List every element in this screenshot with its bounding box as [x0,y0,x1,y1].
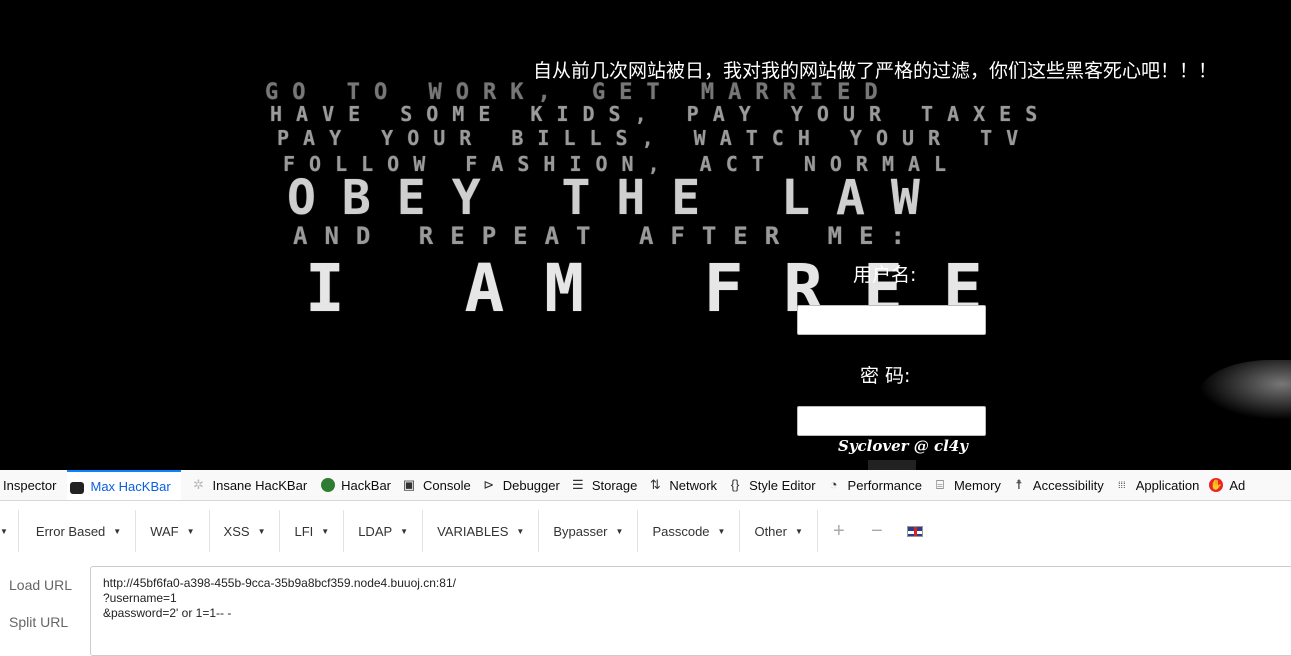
remove-button[interactable]: − [858,510,896,552]
menu-label: WAF [150,523,179,539]
uk-flag-icon [906,525,923,537]
page-headline: 自从前几次网站被日，我对我的网站做了严格的过滤，你们这些黑客死心吧！！！ [533,60,1218,82]
application-icon: ⁞⁞⁞ [1117,480,1126,490]
tab-label: HackBar [341,477,392,493]
tab-memory[interactable]: ⌸ Memory [929,470,1008,500]
menu-passcode[interactable]: Passcode ▼ [638,510,741,552]
chevron-down-icon: ▼ [615,526,624,536]
accessibility-icon: ☨ [1015,477,1023,492]
adblock-icon: ✋ [1209,478,1224,492]
console-icon: ▣ [402,477,416,492]
chevron-down-icon: ▼ [794,526,803,536]
url-panel: Load URL Split URL http://45bf6fa0-a398-… [0,552,1291,656]
menu-bypasser[interactable]: Bypasser ▼ [539,510,639,552]
chevron-down-icon: ▼ [400,526,409,536]
plus-icon: + [833,519,845,542]
menu-label: Error Based [35,523,106,539]
language-button[interactable] [896,510,934,552]
tab-adblock[interactable]: ✋ Ad [1206,470,1252,500]
chevron-down-icon: ▼ [717,526,726,536]
tab-performance[interactable]: ◔ Performance [823,470,929,500]
hackbar-icon [321,478,336,492]
chevron-down-icon: ▼ [0,526,8,536]
menu-label: Passcode [652,523,710,539]
tab-accessibility[interactable]: ☨ Accessibility [1008,470,1111,500]
tab-label: Max HacKBar [90,478,171,494]
style-editor-icon: {} [730,477,740,492]
puzzle-icon: ✲ [193,477,204,492]
tab-label: Network [669,477,718,493]
menu-label: XSS [223,523,250,539]
url-textarea[interactable]: http://45bf6fa0-a398-455b-9cca-35b9a8bcf… [90,566,1291,656]
tab-max-hackbar[interactable]: Max HacKBar [67,470,182,500]
network-icon: ⇅ [649,477,661,492]
lock-icon [70,481,85,494]
menu-other[interactable]: Other ▼ [740,510,818,552]
menu-label: LFI [294,523,314,539]
menu-label: Other [754,523,787,539]
chevron-down-icon: ▼ [186,526,195,536]
debugger-icon: ⊳ [483,477,495,492]
tab-label: Accessibility [1032,477,1104,493]
poster-line: OBEY THE LAW [287,170,946,226]
decorative-shape [1198,360,1291,420]
add-button[interactable]: + [820,510,858,552]
tab-label: Debugger [502,477,560,493]
poster-background: GO TO WORK, GET MARRIED HAVE SOME KIDS, … [255,60,1095,330]
tab-label: Memory [953,477,1001,493]
menu-lfi[interactable]: LFI ▼ [280,510,345,552]
minus-icon: − [871,519,883,542]
username-input[interactable] [797,305,986,335]
tab-style-editor[interactable]: {} Style Editor [724,470,822,500]
performance-icon: ◔ [829,477,838,492]
credit-text: Syclover @ cl4y [838,437,968,455]
tab-label: Style Editor [749,477,816,493]
hackbar-toolbar: ▼ Error Based ▼ WAF ▼ XSS ▼ LFI ▼ LDAP ▼ VARI… [0,510,1291,553]
menu-label: LDAP [358,523,393,539]
menu-label: Bypasser [553,523,608,539]
menu-variables[interactable]: VARIABLES ▼ [423,510,540,552]
tab-inspector[interactable]: Inspector [0,470,63,500]
tab-storage[interactable]: ☰ Storage [567,470,645,500]
tab-label: Insane HacKBar [212,477,308,493]
menu-error-based[interactable]: Error Based ▼ [19,510,137,552]
tab-label: Application [1135,477,1200,493]
tab-network[interactable]: ⇅ Network [644,470,724,500]
chevron-down-icon: ▼ [516,526,525,536]
tab-debugger[interactable]: ⊳ Debugger [478,470,567,500]
menu-truncated[interactable]: ▼ [0,510,19,552]
menu-ldap[interactable]: LDAP ▼ [344,510,424,552]
storage-icon: ☰ [572,477,584,492]
tab-console[interactable]: ▣ Console [398,470,478,500]
web-page: GO TO WORK, GET MARRIED HAVE SOME KIDS, … [0,0,1291,470]
devtools-tab-bar: Inspector Max HacKBar ✲ Insane HacKBar H… [0,470,1291,501]
menu-xss[interactable]: XSS ▼ [210,510,281,552]
load-url-button[interactable]: Load URL [9,577,72,593]
tab-label: Storage [591,477,638,493]
chevron-down-icon: ▼ [113,526,122,536]
password-input[interactable] [797,406,986,436]
menu-waf[interactable]: WAF ▼ [136,510,210,552]
menu-label: VARIABLES [437,523,509,539]
split-url-button[interactable]: Split URL [9,614,68,630]
memory-icon: ⌸ [936,477,944,492]
chevron-down-icon: ▼ [257,526,266,536]
password-label: 密 码: [860,365,911,387]
poster-line: AND REPEAT AFTER ME: [293,222,922,250]
username-label: 用户名: [853,264,917,286]
tab-label: Inspector [3,477,57,493]
tab-insane-hackbar[interactable]: ✲ Insane HacKBar [187,470,314,500]
page-scroll-thumb[interactable] [868,460,916,470]
tab-hackbar[interactable]: HackBar [318,470,398,500]
tab-label: Performance [847,477,922,493]
chevron-down-icon: ▼ [321,526,330,536]
tab-label: Ad [1229,477,1246,493]
poster-line: PAY YOUR BILLS, WATCH YOUR TV [277,126,1033,150]
tab-label: Console [423,477,471,493]
poster-line: HAVE SOME KIDS, PAY YOUR TAXES [270,102,1052,126]
tab-application[interactable]: ⁞⁞⁞ Application [1111,470,1207,500]
